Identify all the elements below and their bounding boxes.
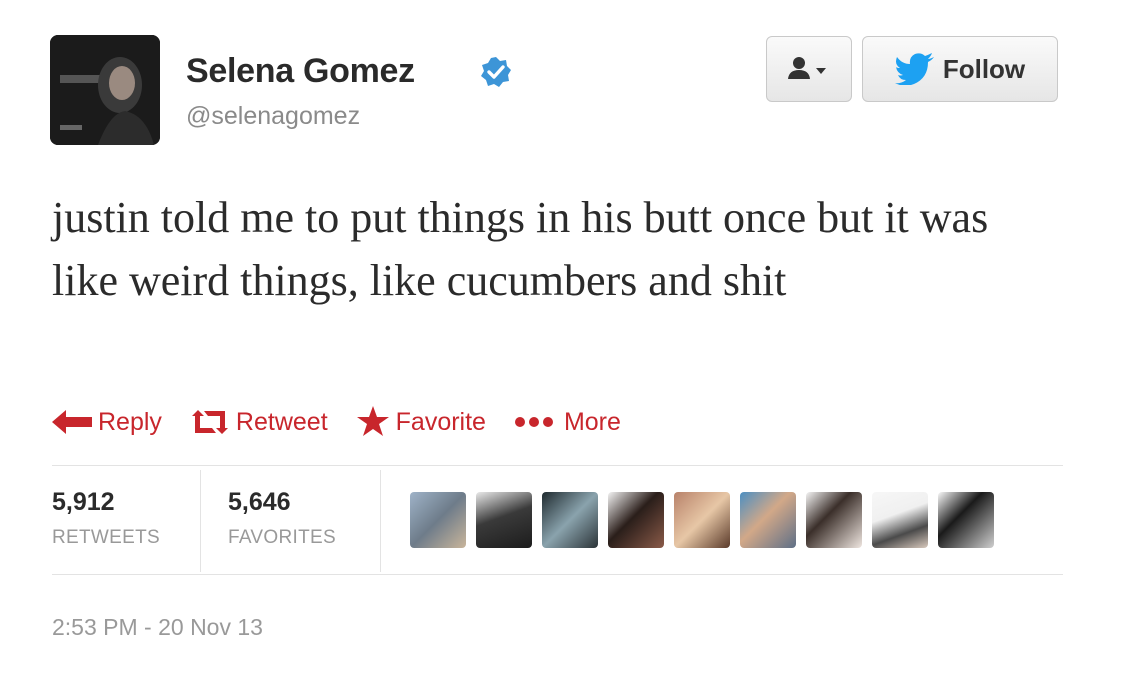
retweets-count: 5,912 xyxy=(52,488,115,516)
user-handle[interactable]: @selenagomez xyxy=(186,102,360,131)
retweet-action[interactable]: Retweet xyxy=(190,408,328,437)
tweet-actions: Reply Retweet Favorite More xyxy=(52,404,649,440)
star-icon xyxy=(356,406,389,436)
avatar-image xyxy=(50,35,160,145)
reply-arrow-icon xyxy=(52,410,92,434)
stat-divider xyxy=(380,470,381,572)
twitter-bird-icon xyxy=(894,53,934,85)
follow-button[interactable]: Follow xyxy=(862,36,1058,102)
favorite-action[interactable]: Favorite xyxy=(356,406,486,438)
tweet-text: justin told me to put things in his butt… xyxy=(52,193,989,305)
tweet-card: Selena Gomez @selenagomez Follow justin … xyxy=(0,0,1129,696)
retweet-label: Retweet xyxy=(235,407,328,436)
favoriter-avatar[interactable] xyxy=(938,492,994,548)
profile-avatar[interactable] xyxy=(50,35,160,145)
reply-label: Reply xyxy=(98,407,162,436)
favoriter-avatar[interactable] xyxy=(740,492,796,548)
favorites-count: 5,646 xyxy=(228,488,291,516)
user-dropdown-icon xyxy=(788,57,826,79)
favoriter-avatar[interactable] xyxy=(872,492,928,548)
favorites-stat[interactable]: 5,646 FAVORITES xyxy=(228,488,336,549)
favoriter-avatar[interactable] xyxy=(806,492,862,548)
favorites-label: FAVORITES xyxy=(228,527,336,548)
favoriter-avatar[interactable] xyxy=(542,492,598,548)
favoriter-avatar[interactable] xyxy=(674,492,730,548)
retweets-label: RETWEETS xyxy=(52,527,160,548)
stat-divider xyxy=(200,470,201,572)
favorite-label: Favorite xyxy=(395,407,486,436)
divider xyxy=(52,465,1063,466)
reply-action[interactable]: Reply xyxy=(52,408,162,437)
divider xyxy=(52,574,1063,575)
user-actions-dropdown-button[interactable] xyxy=(766,36,852,102)
favoriter-avatar[interactable] xyxy=(476,492,532,548)
more-label: More xyxy=(563,407,621,436)
retweets-stat[interactable]: 5,912 RETWEETS xyxy=(52,488,160,549)
favoriters-list xyxy=(410,492,994,548)
favoriter-avatar[interactable] xyxy=(410,492,466,548)
more-dots-icon xyxy=(514,417,553,427)
favoriter-avatar[interactable] xyxy=(608,492,664,548)
verified-badge-icon xyxy=(481,57,511,87)
tweet-timestamp[interactable]: 2:53 PM - 20 Nov 13 xyxy=(52,614,263,641)
retweet-icon xyxy=(191,410,228,434)
follow-label: Follow xyxy=(942,53,1026,84)
more-action[interactable]: More xyxy=(514,408,621,437)
display-name[interactable]: Selena Gomez xyxy=(186,52,415,91)
